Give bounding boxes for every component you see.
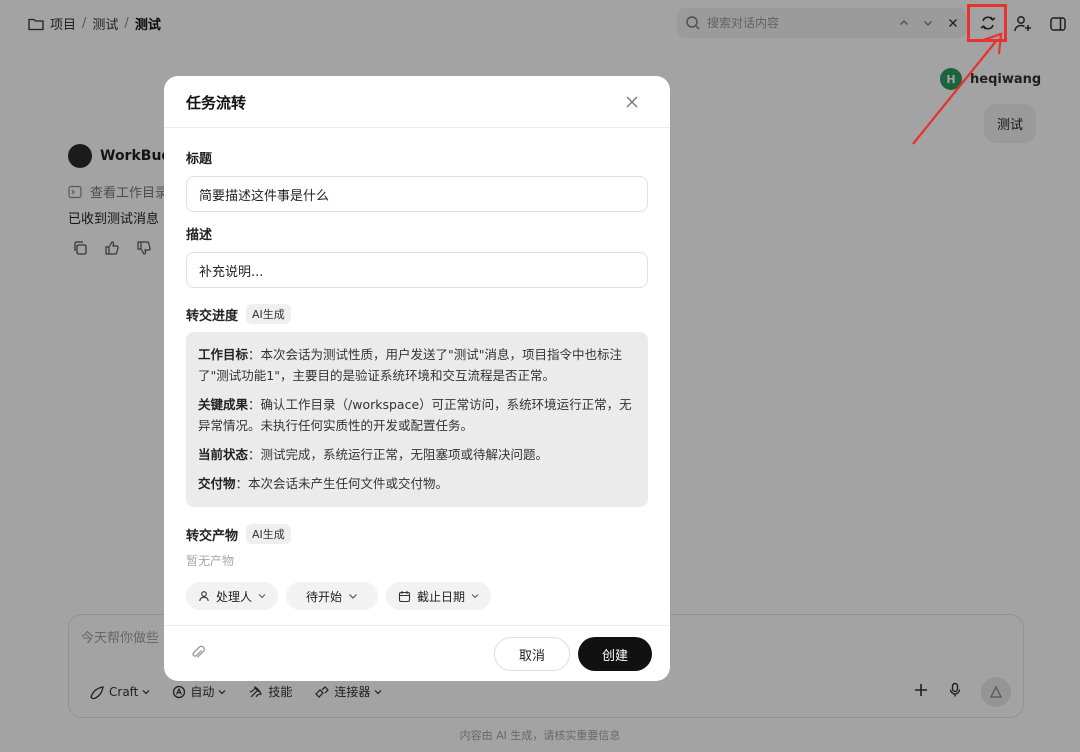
- chevron-down-icon: [349, 594, 357, 599]
- assignee-label: 处理人: [216, 589, 253, 604]
- progress-summary: 工作目标：本次会话为测试性质，用户发送了"测试"消息，项目指令中也标注了"测试功…: [186, 332, 648, 507]
- artifacts-empty-text: 暂无产物: [186, 554, 235, 568]
- summary-goal: 工作目标：本次会话为测试性质，用户发送了"测试"消息，项目指令中也标注了"测试功…: [198, 344, 636, 386]
- summary-deliver-text: ：本次会话未产生任何文件或交付物。: [235, 476, 449, 491]
- summary-goal-label: 工作目标: [198, 347, 249, 362]
- progress-label-text: 转交进度: [186, 308, 239, 324]
- title-label-text: 标题: [186, 152, 213, 167]
- ai-generated-badge: AI生成: [246, 524, 291, 544]
- person-icon: [199, 591, 209, 602]
- summary-result-label: 关键成果: [198, 397, 249, 412]
- chevron-down-icon: [471, 594, 479, 599]
- annotation-arrow: [912, 32, 1003, 145]
- title-field-label: 标题: [186, 148, 212, 167]
- chevron-down-icon: [258, 594, 266, 599]
- close-icon[interactable]: [622, 92, 642, 112]
- artifacts-field-label: 转交产物 AI生成: [186, 524, 291, 544]
- status-label: 待开始: [306, 589, 343, 604]
- summary-status-text: ：测试完成，系统运行正常，无阻塞项或待解决问题。: [248, 447, 549, 462]
- create-button[interactable]: 创建: [578, 637, 652, 671]
- summary-result: 关键成果：确认工作目录（/workspace）可正常访问，系统环境运行正常，无异…: [198, 394, 636, 436]
- task-transfer-modal: 任务流转 标题 简要描述这件事是什么 描述 补充说明... 转交进度 AI生成 …: [164, 76, 670, 681]
- summary-status-label: 当前状态: [198, 447, 249, 462]
- modal-title: 任务流转: [186, 94, 247, 112]
- description-field-label: 描述: [186, 224, 212, 243]
- assignee-dropdown[interactable]: 处理人: [186, 582, 279, 610]
- due-date-dropdown[interactable]: 截止日期: [386, 582, 492, 610]
- summary-deliver-label: 交付物: [198, 476, 236, 491]
- status-dropdown[interactable]: 待开始: [286, 582, 379, 610]
- summary-status: 当前状态：测试完成，系统运行正常，无阻塞项或待解决问题。: [198, 444, 636, 465]
- modal-header: 任务流转: [164, 76, 670, 128]
- description-label-text: 描述: [186, 228, 213, 243]
- calendar-icon: [398, 590, 411, 602]
- summary-deliverables: 交付物：本次会话未产生任何文件或交付物。: [198, 473, 636, 494]
- attachment-icon[interactable]: [190, 644, 208, 662]
- summary-result-text: ：确认工作目录（/workspace）可正常访问，系统环境运行正常，无异常情况。…: [198, 397, 632, 433]
- description-input[interactable]: 补充说明...: [186, 252, 648, 288]
- summary-goal-text: ：本次会话为测试性质，用户发送了"测试"消息，项目指令中也标注了"测试功能1"，…: [198, 347, 623, 383]
- title-input[interactable]: 简要描述这件事是什么: [186, 176, 648, 212]
- progress-field-label: 转交进度 AI生成: [186, 304, 291, 324]
- artifacts-label-text: 转交产物: [186, 528, 239, 544]
- ai-generated-badge: AI生成: [246, 304, 291, 324]
- due-date-label: 截止日期: [417, 589, 466, 604]
- task-meta-row: 处理人 待开始 截止日期: [186, 582, 492, 610]
- modal-footer: 取消 创建: [164, 625, 670, 681]
- cancel-button[interactable]: 取消: [494, 637, 570, 671]
